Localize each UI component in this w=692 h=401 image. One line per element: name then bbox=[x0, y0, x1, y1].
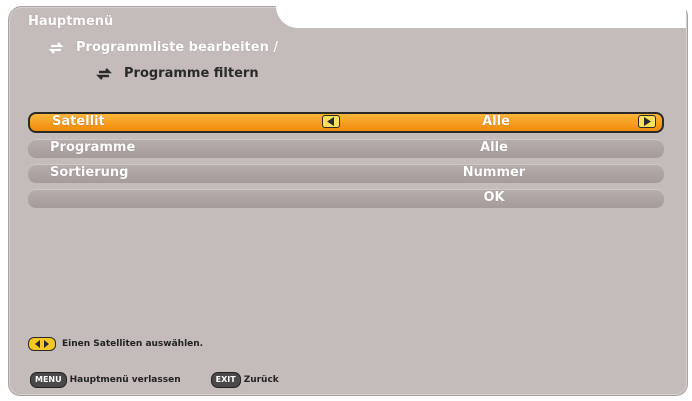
setting-label: Programme bbox=[50, 140, 136, 155]
breadcrumb-level1[interactable]: Programmliste bearbeiten / bbox=[48, 40, 278, 55]
ok-button[interactable]: OK bbox=[344, 190, 644, 205]
panel-tab-notch bbox=[276, 6, 686, 28]
help-hint: Einen Satelliten auswählen. bbox=[28, 337, 203, 351]
footer-bar: MENU Hauptmenü verlassen EXIT Zurück bbox=[30, 372, 279, 388]
setting-value: Alle bbox=[480, 140, 508, 155]
footer-menu[interactable]: MENU Hauptmenü verlassen bbox=[30, 372, 181, 388]
footer-exit[interactable]: EXIT Zurück bbox=[210, 372, 279, 388]
menu-key[interactable]: MENU bbox=[30, 372, 67, 388]
setting-row-programme[interactable]: Programme Alle bbox=[28, 139, 664, 158]
breadcrumb-level1-label: Programmliste bearbeiten / bbox=[76, 40, 279, 55]
hint-text: Einen Satelliten auswählen. bbox=[62, 339, 204, 349]
arrow-right-icon[interactable] bbox=[638, 115, 656, 128]
left-right-icon bbox=[28, 337, 56, 351]
arrow-left-icon[interactable] bbox=[322, 115, 340, 128]
exit-key-label: Zurück bbox=[243, 375, 279, 385]
setting-value: Nummer bbox=[462, 165, 526, 180]
breadcrumb-level2[interactable]: Programme filtern bbox=[96, 66, 259, 81]
setting-row-sortierung[interactable]: Sortierung Nummer bbox=[28, 164, 664, 183]
setting-value: Alle bbox=[482, 114, 510, 129]
page-title: Hauptmenü bbox=[28, 14, 114, 29]
menu-key-label: Hauptmenü verlassen bbox=[69, 375, 181, 385]
ok-row[interactable]: OK bbox=[28, 189, 664, 208]
swap-icon bbox=[96, 67, 112, 80]
setting-label: Satellit bbox=[52, 114, 105, 129]
setting-label: Sortierung bbox=[50, 165, 129, 180]
breadcrumb-level2-label: Programme filtern bbox=[124, 66, 259, 81]
swap-icon bbox=[48, 41, 64, 54]
setting-row-satellit[interactable]: Satellit Alle bbox=[28, 112, 664, 133]
exit-key[interactable]: EXIT bbox=[210, 372, 241, 388]
